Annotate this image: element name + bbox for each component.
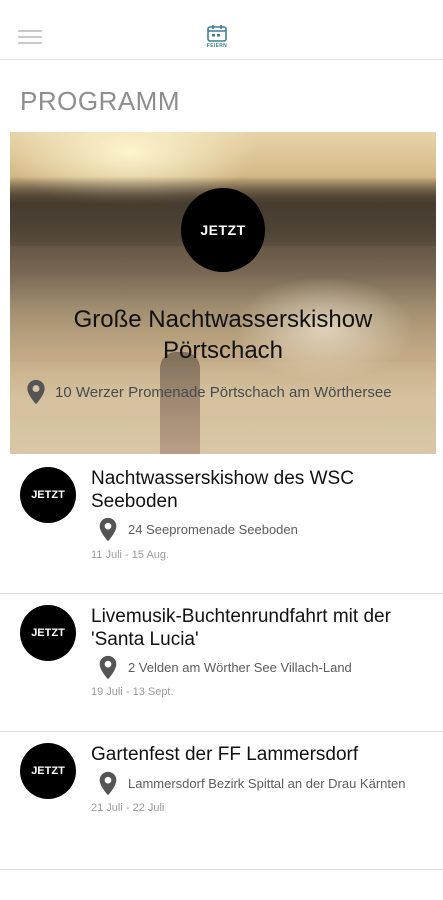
featured-event-title: Große Nachtwasserskishow Pörtschach	[10, 304, 436, 366]
event-date: 19 Juli - 13 Sept.	[91, 686, 174, 698]
map-pin-icon	[99, 771, 117, 795]
hamburger-menu-icon[interactable]	[18, 30, 42, 46]
page-title: PROGRAMM	[20, 86, 180, 116]
event-list-item[interactable]: JETZT Gartenfest der FF Lammersdorf Lamm…	[0, 732, 443, 870]
event-location: 2 Velden am Wörther See Villach-Land	[98, 654, 428, 680]
now-badge: JETZT	[20, 467, 76, 523]
menu-line	[18, 36, 42, 38]
calendar-logo-icon	[207, 25, 227, 42]
event-location-text: Lammersdorf Bezirk Spittal an der Drau K…	[128, 775, 406, 791]
event-title: Nachtwasserskishow des WSC Seeboden	[91, 468, 354, 512]
now-badge: JETZT	[181, 188, 265, 272]
featured-location-text: 10 Werzer Promenade Pörtschach am Wörthe…	[55, 383, 392, 401]
featured-event-location: 10 Werzer Promenade Pörtschach am Wörthe…	[25, 379, 436, 405]
event-date: 11 Juli - 15 Aug.	[91, 549, 170, 561]
featured-title-line: Pörtschach	[162, 337, 284, 364]
map-pin-icon	[99, 517, 117, 541]
event-list-item[interactable]: JETZT Livemusik-Buchtenrundfahrt mit der…	[0, 594, 443, 732]
now-badge: JETZT	[20, 605, 76, 661]
app-logo[interactable]: FEIERN	[203, 24, 231, 52]
map-pin-icon	[99, 655, 117, 679]
event-title: Gartenfest der FF Lammersdorf	[91, 744, 359, 765]
logo-text: FEIERN	[206, 43, 228, 49]
event-location: Lammersdorf Bezirk Spittal an der Drau K…	[98, 770, 428, 796]
event-location-text: 24 Seepromenade Seeboden	[128, 521, 298, 537]
event-title: Livemusik-Buchtenrundfahrt mit der 'Sant…	[91, 606, 391, 650]
hero-image-overlay	[10, 132, 436, 454]
map-pin-icon	[27, 379, 45, 405]
menu-line	[18, 30, 42, 32]
event-list-item[interactable]: JETZT Nachtwasserskishow des WSC Seebode…	[0, 456, 443, 594]
top-app-bar: FEIERN	[0, 0, 443, 60]
menu-line	[18, 42, 42, 44]
featured-title-line: Große Nachtwasserskishow	[73, 306, 373, 333]
event-date: 21 Juli - 22 Juli	[91, 802, 165, 814]
now-badge: JETZT	[20, 743, 76, 799]
event-location-text: 2 Velden am Wörther See Villach-Land	[128, 659, 352, 675]
event-location: 24 Seepromenade Seeboden	[98, 516, 428, 542]
featured-event-card[interactable]: JETZT Große Nachtwasserskishow Pörtschac…	[10, 132, 436, 454]
